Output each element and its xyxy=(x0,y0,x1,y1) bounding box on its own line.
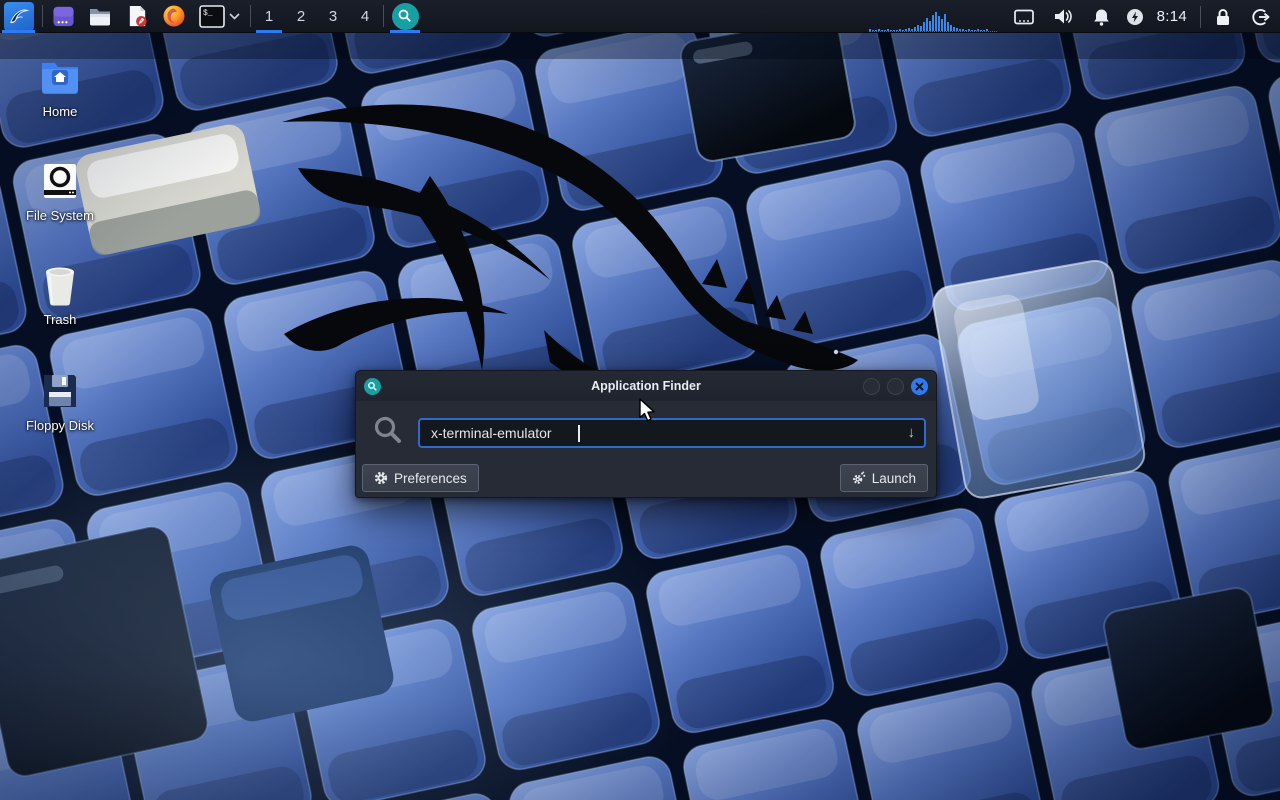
preferences-button[interactable]: Preferences xyxy=(362,464,479,492)
lock-icon[interactable] xyxy=(1215,8,1231,26)
chevron-down-icon[interactable] xyxy=(227,0,241,33)
panel-separator xyxy=(42,5,43,27)
trash-icon xyxy=(40,264,80,306)
top-panel: $_ 1 2 3 4 8:14 xyxy=(0,0,1280,33)
application-finder-window: Application Finder ↓ Preferences L xyxy=(355,370,937,498)
taskbar-app-finder-button[interactable] xyxy=(387,0,423,33)
network-icon[interactable] xyxy=(1014,9,1034,25)
mouse-cursor xyxy=(638,398,658,429)
desktop-icon-label: Floppy Disk xyxy=(26,418,94,433)
launcher-window-app[interactable] xyxy=(50,0,76,33)
launcher-terminal[interactable]: $_ xyxy=(198,0,225,33)
close-button[interactable] xyxy=(911,378,928,395)
logout-icon[interactable] xyxy=(1251,8,1270,26)
search-input[interactable] xyxy=(420,425,924,441)
window-title: Application Finder xyxy=(356,379,936,393)
volume-icon[interactable] xyxy=(1053,8,1073,25)
workspace-button-3[interactable]: 3 xyxy=(317,0,349,33)
launcher-file-manager[interactable] xyxy=(87,0,113,33)
window-icon xyxy=(52,5,75,28)
home-folder-icon xyxy=(40,56,80,98)
clock[interactable]: 8:14 xyxy=(1157,8,1187,25)
maximize-button[interactable] xyxy=(887,378,904,395)
file-manager-icon xyxy=(88,4,112,28)
text-editor-icon xyxy=(126,4,149,28)
firefox-icon xyxy=(162,4,186,28)
workspace-button-1[interactable]: 1 xyxy=(253,0,285,33)
launcher-firefox[interactable] xyxy=(161,0,187,33)
workspace-button-2[interactable]: 2 xyxy=(285,0,317,33)
run-gear-icon xyxy=(852,471,866,485)
notifications-bell-icon[interactable] xyxy=(1093,8,1110,26)
app-finder-icon xyxy=(392,3,419,30)
power-manager-icon[interactable] xyxy=(1126,8,1144,26)
close-icon xyxy=(915,382,924,391)
panel-separator xyxy=(1200,6,1201,28)
app-finder-icon xyxy=(364,378,381,395)
minimize-button[interactable] xyxy=(863,378,880,395)
kali-menu-icon xyxy=(4,2,34,31)
titlebar[interactable]: Application Finder xyxy=(356,371,936,401)
panel-status-area: 8:14 xyxy=(869,0,1280,33)
desktop-icon-label: Trash xyxy=(44,312,77,327)
text-caret xyxy=(578,425,580,442)
combo-dropdown-arrow[interactable]: ↓ xyxy=(908,424,916,441)
terminal-icon: $_ xyxy=(199,5,225,28)
launcher-text-editor[interactable] xyxy=(124,0,150,33)
panel-separator xyxy=(250,5,251,27)
applications-menu-button[interactable] xyxy=(2,0,35,33)
launch-button[interactable]: Launch xyxy=(840,464,928,492)
desktop-icon-home[interactable]: Home xyxy=(12,56,108,119)
desktop-icon-file-system[interactable]: File System xyxy=(12,160,108,223)
desktop-icon-floppy-disk[interactable]: Floppy Disk xyxy=(12,370,108,433)
file-system-drive-icon xyxy=(41,160,79,202)
floppy-disk-icon xyxy=(41,370,79,412)
workspace-button-4[interactable]: 4 xyxy=(349,0,381,33)
desktop-icon-label: File System xyxy=(26,208,94,223)
gear-icon xyxy=(374,471,388,485)
search-icon xyxy=(372,414,404,451)
panel-separator xyxy=(383,5,384,27)
desktop-icon-trash[interactable]: Trash xyxy=(12,264,108,327)
search-field: ↓ xyxy=(418,418,926,448)
desktop-icon-label: Home xyxy=(43,104,78,119)
cpu-load-graph[interactable] xyxy=(869,5,997,32)
svg-text:$_: $_ xyxy=(203,9,213,18)
